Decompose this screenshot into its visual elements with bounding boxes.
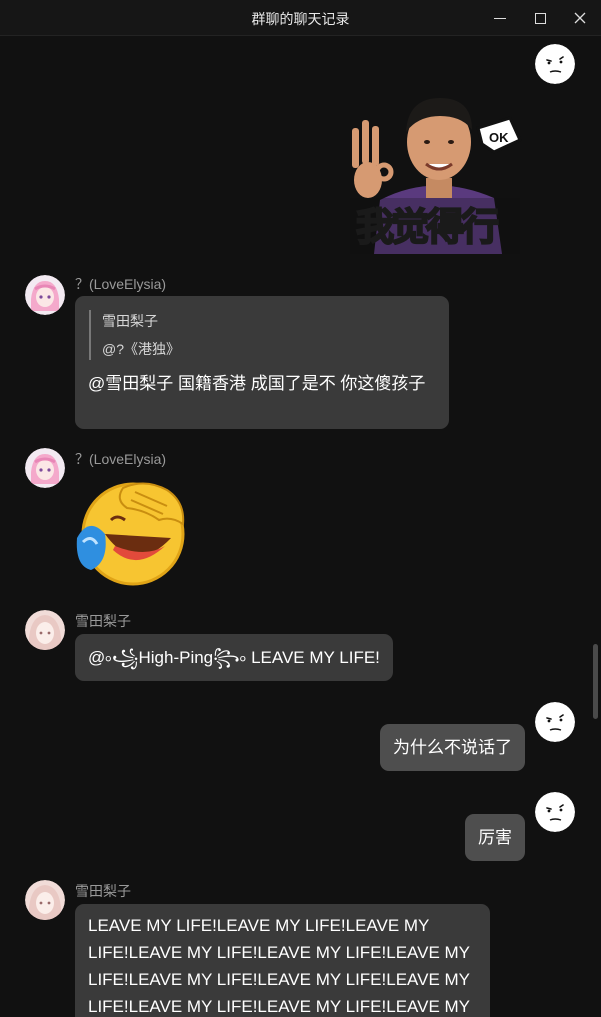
chat-history[interactable]: OK 我觉得行 ？(LoveElysia) 雪田梨子 @?《港独》 @雪田梨子 … (0, 36, 590, 1017)
message-line: LIFE!LEAVE MY LIFE!LEAVE MY LIFE!LEAVE M… (88, 997, 471, 1016)
sender-name: ？(LoveElysia) (75, 276, 167, 292)
maximize-button[interactable] (520, 0, 560, 36)
sticker-caption: 我觉得行 (356, 205, 498, 249)
message-text: 为什么不说话了 (393, 738, 512, 757)
self-avatar[interactable] (535, 44, 575, 84)
sender-name: 雪田梨子 (75, 613, 131, 629)
quoted-message[interactable]: 雪田梨子 @?《港独》 (89, 310, 436, 360)
message-text: 厉害 (478, 828, 512, 847)
self-avatar[interactable] (535, 702, 575, 742)
quoted-sender: 雪田梨子 (102, 313, 158, 329)
sticker-image[interactable]: OK 我觉得行 (344, 80, 525, 254)
sender-avatar-loveelysia[interactable] (25, 275, 65, 315)
message-line: LIFE!LEAVE MY LIFE!LEAVE MY LIFE!LEAVE M… (88, 943, 471, 962)
chat-scrollbar[interactable] (590, 36, 601, 1017)
close-icon (574, 12, 586, 24)
message-text: @৹꧁High-Ping꧂৹ LEAVE MY LIFE! (88, 648, 380, 667)
message-bubble[interactable]: 厉害 (465, 814, 525, 861)
laughing-crying-emoji-sticker[interactable] (75, 476, 195, 586)
sender-name: ？(LoveElysia) (75, 451, 167, 467)
message-line: LIFE!LEAVE MY LIFE!LEAVE MY LIFE!LEAVE M… (88, 970, 471, 989)
sender-avatar-loveelysia[interactable] (25, 448, 65, 488)
svg-text:OK: OK (489, 130, 509, 145)
minimize-icon (494, 17, 506, 19)
message-bubble[interactable]: 雪田梨子 @?《港独》 @雪田梨子 国籍香港 成国了是不 你这傻孩子 (75, 296, 449, 429)
sender-name: 雪田梨子 (75, 883, 131, 899)
close-button[interactable] (560, 0, 600, 36)
scrollbar-thumb[interactable] (593, 644, 598, 719)
message-bubble[interactable]: LEAVE MY LIFE!LEAVE MY LIFE!LEAVE MY LIF… (75, 904, 490, 1017)
sender-avatar-yukida[interactable] (25, 880, 65, 920)
message-line: LEAVE MY LIFE!LEAVE MY LIFE!LEAVE MY (88, 916, 430, 935)
quoted-text: @?《港独》 (102, 341, 180, 357)
message-text: @雪田梨子 国籍香港 成国了是不 你这傻孩子 (88, 374, 426, 393)
message-bubble[interactable]: 为什么不说话了 (380, 724, 525, 771)
maximize-icon (534, 12, 546, 24)
minimize-button[interactable] (480, 0, 520, 36)
message-bubble[interactable]: @৹꧁High-Ping꧂৹ LEAVE MY LIFE! (75, 634, 393, 681)
title-bar: 群聊的聊天记录 (0, 0, 601, 36)
self-avatar[interactable] (535, 792, 575, 832)
sender-avatar-yukida[interactable] (25, 610, 65, 650)
